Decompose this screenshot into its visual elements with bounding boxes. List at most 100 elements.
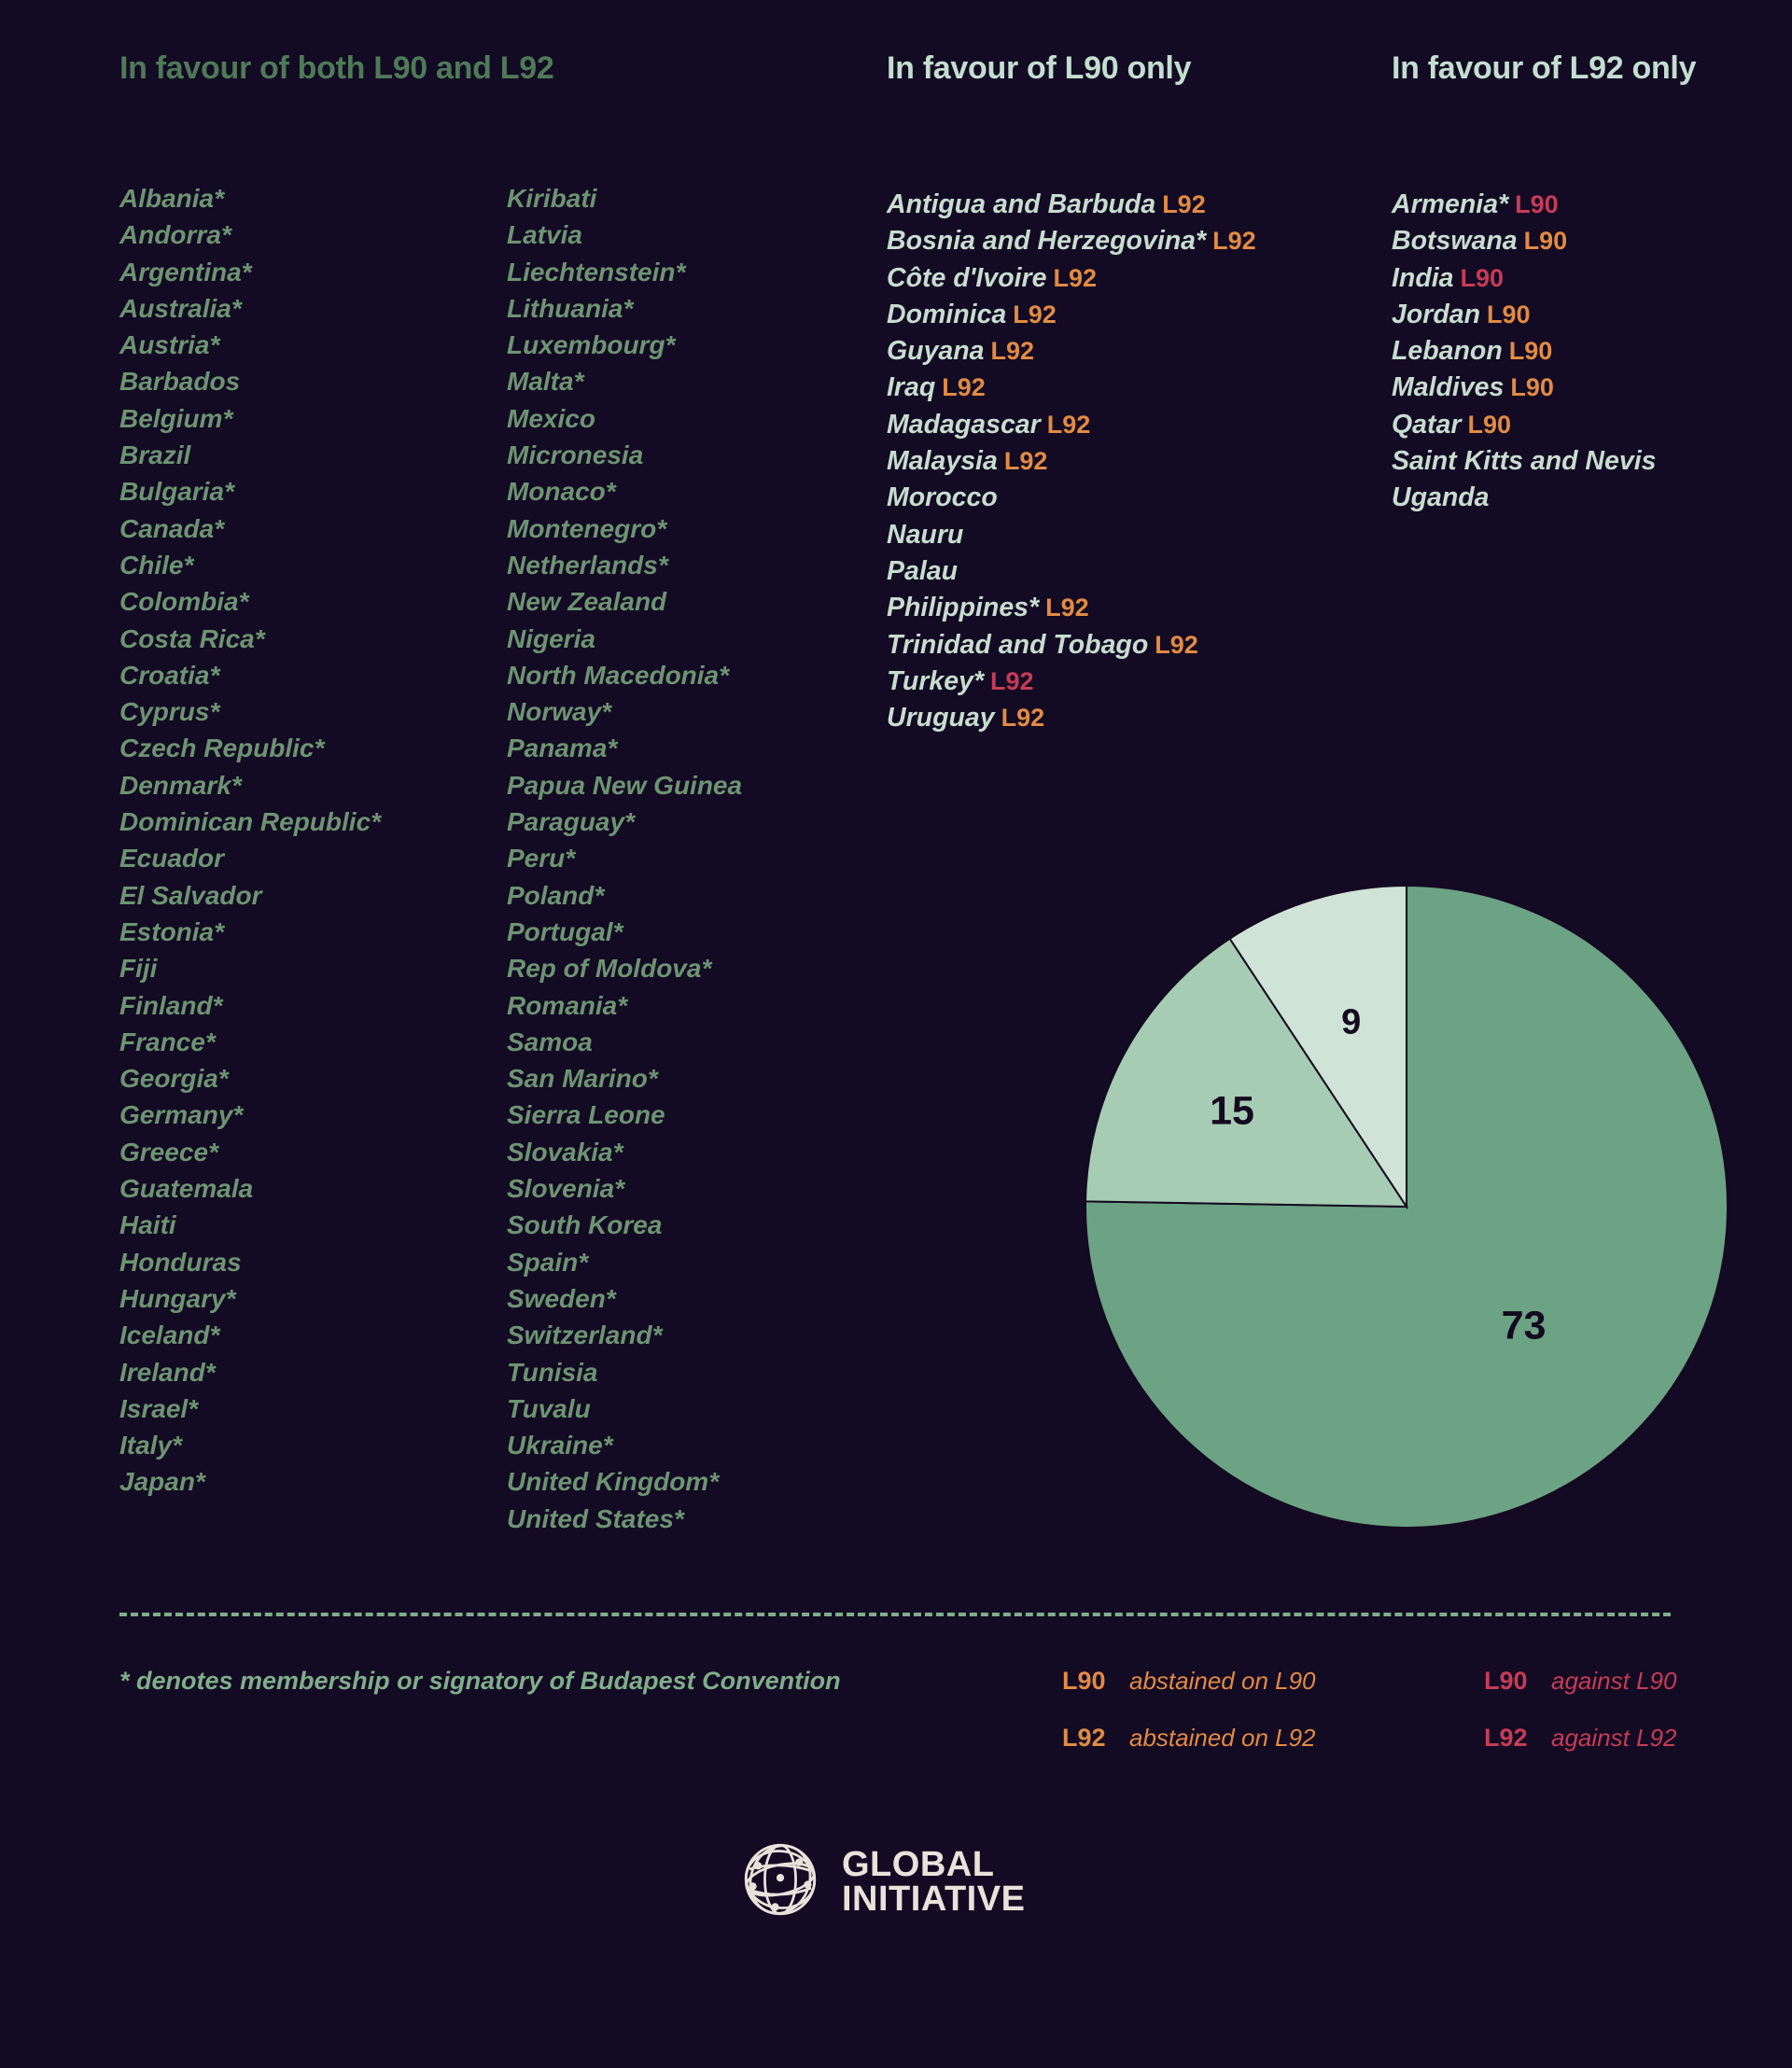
vote-tag-abstain: L92 [990,337,1035,366]
vote-tag-abstain: L92 [1053,263,1098,292]
country-list-item: Hungary* [119,1283,236,1313]
country-list-item: Andorra* [119,220,231,250]
country-list-item: Czech Republic* [119,734,325,763]
country-list-item: Slovenia* [507,1174,625,1204]
globe-icon [737,1837,823,1927]
country-list-item: Sweden* [507,1283,616,1313]
country-list-item: Kiribati [507,184,597,213]
country-list-item: Armenia* L90 [1392,187,1656,223]
country-list-item: Australia* [119,293,242,323]
country-list-item: Jordan L90 [1392,297,1656,333]
country-list-item: Albania* [119,184,225,213]
country-name: Botswana [1392,226,1518,257]
country-list-item: Finland* [119,990,223,1020]
country-list-item: Ireland* [119,1357,216,1387]
country-list-item: Qatar L90 [1392,407,1656,443]
key-code-l90-abstain: L90 [1062,1667,1106,1695]
country-list-item: Lithuania* [507,293,634,323]
country-list-item: Botswana L90 [1392,223,1656,259]
country-list-item: Liechtenstein* [507,257,686,286]
country-list-both-part1: Albania* Andorra* Argentina* Australia* Aust… [119,180,381,1501]
country-name: Côte d'Ivoire [887,262,1047,293]
country-list-item: Ukraine* [507,1431,613,1460]
infographic-page: In favour of both L90 and L92 In favour … [0,0,1792,2068]
logo-line-global: GLOBAL [842,1844,995,1884]
country-list-item: Colombia* [119,587,249,617]
column-header-both: In favour of both L90 and L92 [119,50,554,86]
vote-tag-abstain: L92 [1013,300,1057,328]
country-name: Lebanon [1392,336,1503,367]
country-list-item: Switzerland* [507,1320,663,1350]
vote-tag-abstain: L92 [1046,410,1091,439]
country-list-item: Micronesia [507,440,644,470]
country-list-item: Barbados [119,367,241,397]
country-list-item: Maldives L90 [1392,370,1656,406]
country-list-item: Paraguay* [507,807,635,837]
country-list-item: India L90 [1392,260,1656,297]
country-name: Saint Kitts and Nevis [1392,446,1657,477]
country-list-item: South Korea [507,1210,663,1240]
country-list-item: Austria* [119,330,220,360]
country-list-item: Dominican Republic* [119,807,382,837]
key-label-l92-abstain: abstained on L92 [1129,1724,1316,1752]
vote-tag-abstain: L90 [1508,337,1553,366]
country-list-item: Samoa [507,1027,593,1056]
country-list-item: Haiti [119,1210,176,1240]
country-list-item: Guyana L92 [887,333,1256,370]
vote-tag-abstain: L92 [1003,447,1048,476]
vote-tag-abstain: L90 [1523,227,1568,256]
key-abstained-l92: L92 abstained on L92 [1062,1724,1316,1753]
country-list-item: Monaco* [507,477,616,507]
country-list-item: San Marino* [507,1064,658,1094]
country-list-item: Georgia* [119,1064,229,1094]
country-name: Maldives [1392,372,1505,403]
country-name: Trinidad and Tobago [887,629,1149,660]
pie-chart-svg: 73 15 9 [1085,885,1729,1529]
key-label-l92-against: against L92 [1551,1724,1677,1752]
country-list-item: Bulgaria* [119,477,234,507]
country-list-item: Morocco [887,480,1256,516]
country-list-item: Netherlands* [507,550,668,580]
country-name: Malaysia [887,446,998,477]
country-list-item: Ecuador [119,844,225,873]
country-list-item: Mexico [507,403,595,433]
country-list-item: Estonia* [119,916,225,946]
country-list-item: Cyprus* [119,697,220,727]
vote-tag-abstain: L92 [1045,594,1089,622]
vote-tag-abstain: L92 [942,373,986,402]
country-list-item: Canada* [119,513,225,543]
country-list-item: Honduras [119,1247,242,1277]
key-code-l90-against: L90 [1484,1667,1528,1695]
country-list-item: Dominica L92 [887,297,1256,333]
vote-tag-abstain: L90 [1487,300,1531,328]
country-list-item: Papua New Guinea [507,770,743,800]
vote-tag-against: L90 [1460,263,1505,292]
key-code-l92-against: L92 [1484,1724,1528,1752]
country-list-item: Saint Kitts and Nevis [1392,443,1656,480]
country-list-item: Tunisia [507,1357,598,1387]
country-name: Guyana [887,336,985,367]
country-list-item: Israel* [119,1393,199,1423]
vote-tag-abstain: L90 [1467,410,1511,439]
country-name: India [1392,262,1454,293]
country-list-item: United Kingdom* [507,1467,720,1497]
country-list-item: North Macedonia* [507,660,730,690]
country-list-both-part2: Kiribati Latvia Liechtenstein* Lithuania* Lu… [507,180,742,1537]
section-divider [119,1613,1671,1616]
country-list-item: Nauru [887,517,1256,553]
country-list-item: Romania* [507,990,628,1020]
country-list-item: Greece* [119,1137,218,1167]
country-list-item: Panama* [507,734,618,763]
country-list-item: United States* [507,1503,684,1533]
country-list-item: Trinidad and Tobago L92 [887,627,1256,664]
country-list-item: Guatemala [119,1174,254,1204]
country-list-item: Norway* [507,697,612,727]
country-list-item: Germany* [119,1100,244,1130]
country-list-item: Latvia [507,220,582,250]
country-list-item: Malta* [507,367,584,397]
country-name: Dominica [887,299,1007,329]
vote-tag-abstain: L92 [1212,227,1256,256]
country-list-item: Côte d'Ivoire L92 [887,260,1256,297]
vote-tag-abstain: L92 [1001,704,1045,733]
country-list-item: Fiji [119,954,158,984]
